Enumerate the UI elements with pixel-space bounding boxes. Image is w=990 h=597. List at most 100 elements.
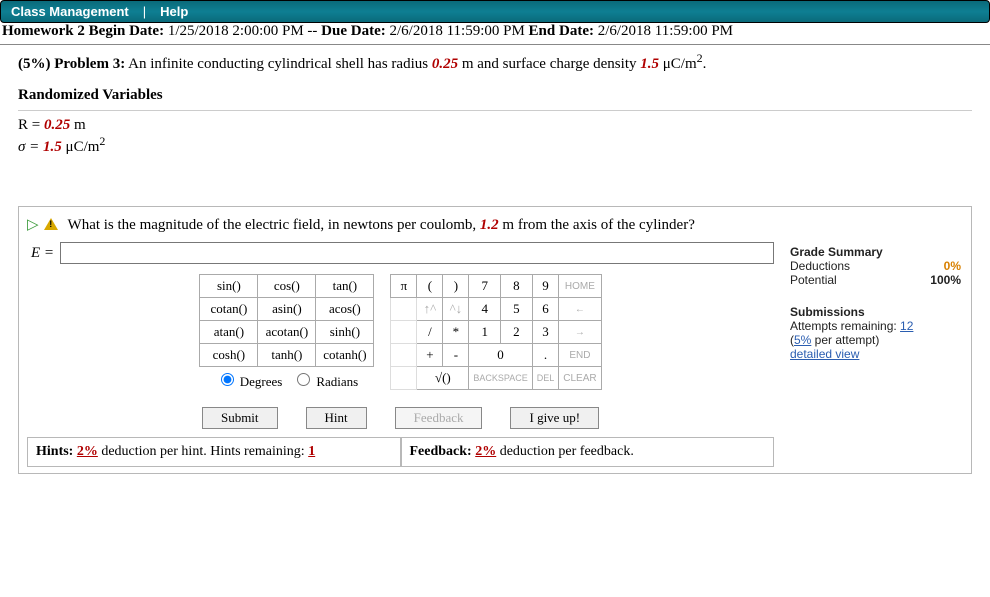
function-keypad: sin() cos() tan() cotan() asin() acos() … <box>199 274 374 393</box>
answer-row: E = <box>27 242 774 264</box>
var-sigma-lhs: σ = <box>18 139 43 155</box>
randomized-variables-header: Randomized Variables <box>18 87 972 104</box>
key-tan[interactable]: tan() <box>316 275 374 298</box>
key-clear[interactable]: CLEAR <box>559 367 601 390</box>
key-cos[interactable]: cos() <box>258 275 316 298</box>
problem-text-1: An infinite conducting cylindrical shell… <box>125 56 432 72</box>
var-r-row: R = 0.25 m <box>18 117 972 134</box>
key-pi[interactable]: π <box>391 275 417 298</box>
action-row: Submit Hint Feedback I give up! <box>27 407 774 429</box>
submissions-header: Submissions <box>790 305 961 319</box>
submit-button[interactable]: Submit <box>202 407 278 429</box>
key-4[interactable]: 4 <box>469 298 501 321</box>
potential-value: 100% <box>930 273 961 287</box>
key-plus[interactable]: + <box>417 344 443 367</box>
key-1[interactable]: 1 <box>469 321 501 344</box>
radio-degrees[interactable]: Degrees <box>216 374 283 389</box>
problem-sigma-value: 1.5 <box>640 56 659 72</box>
question-panel: ▷ What is the magnitude of the electric … <box>18 206 972 474</box>
hints-remaining[interactable]: 1 <box>308 444 315 459</box>
hints-cell: Hints: 2% deduction per hint. Hints rema… <box>27 437 401 467</box>
giveup-button[interactable]: I give up! <box>510 407 599 429</box>
key-asin[interactable]: asin() <box>258 298 316 321</box>
number-keypad: π ( ) 7 8 9 HOME ↑^ ^↓ 4 <box>390 274 601 390</box>
key-6[interactable]: 6 <box>532 298 559 321</box>
key-sqrt[interactable]: √() <box>417 367 469 390</box>
radio-radians[interactable]: Radians <box>292 374 358 389</box>
variables-box: R = 0.25 m σ = 1.5 μC/m2 <box>18 110 972 206</box>
problem-label: Problem 3: <box>54 56 125 72</box>
grade-summary-header: Grade Summary <box>790 245 961 259</box>
key-8[interactable]: 8 <box>501 275 533 298</box>
hints-pct[interactable]: 2% <box>77 444 98 459</box>
key-lparen[interactable]: ( <box>417 275 443 298</box>
key-rparen[interactable]: ) <box>443 275 469 298</box>
key-home[interactable]: HOME <box>559 275 601 298</box>
key-end[interactable]: END <box>559 344 601 367</box>
key-cotan[interactable]: cotan() <box>200 298 258 321</box>
homework-label: Homework 2 <box>2 23 85 39</box>
key-9[interactable]: 9 <box>532 275 559 298</box>
key-dot[interactable]: . <box>532 344 559 367</box>
key-right[interactable]: → <box>559 321 601 344</box>
info-side: Grade Summary Deductions 0% Potential 10… <box>788 213 963 467</box>
key-left[interactable]: ← <box>559 298 601 321</box>
end-date: 2/6/2018 11:59:00 PM <box>598 23 733 39</box>
attempts-value[interactable]: 12 <box>900 319 913 333</box>
key-7[interactable]: 7 <box>469 275 501 298</box>
feedback-cell: Feedback: 2% deduction per feedback. <box>401 437 775 467</box>
attempts-row: Attempts remaining: 12 <box>790 319 961 333</box>
key-atan[interactable]: atan() <box>200 321 258 344</box>
detailed-view-link[interactable]: detailed view <box>790 347 859 361</box>
deductions-label: Deductions <box>790 259 850 273</box>
fb-pct[interactable]: 2% <box>475 444 496 459</box>
warning-icon[interactable] <box>44 218 58 230</box>
due-date: 2/6/2018 11:59:00 PM <box>390 23 529 39</box>
question-distance: 1.2 <box>480 217 499 233</box>
angle-mode-row: Degrees Radians <box>200 367 374 394</box>
var-sigma-val: 1.5 <box>43 139 62 155</box>
blank-cell-1 <box>391 298 417 321</box>
key-acos[interactable]: acos() <box>316 298 374 321</box>
hints-mid: deduction per hint. Hints remaining: <box>98 444 308 459</box>
topbar-sep: | <box>143 4 146 19</box>
key-tanh[interactable]: tanh() <box>258 344 316 367</box>
key-del[interactable]: DEL <box>532 367 559 390</box>
link-help[interactable]: Help <box>160 4 188 19</box>
key-5[interactable]: 5 <box>501 298 533 321</box>
per-pct[interactable]: 5% <box>794 333 811 347</box>
feedback-button[interactable]: Feedback <box>395 407 483 429</box>
problem-r-value: 0.25 <box>432 56 458 72</box>
key-star[interactable]: * <box>443 321 469 344</box>
key-acotan[interactable]: acotan() <box>258 321 316 344</box>
key-up[interactable]: ↑^ <box>417 298 443 321</box>
keypad: sin() cos() tan() cotan() asin() acos() … <box>27 274 774 393</box>
key-down[interactable]: ^↓ <box>443 298 469 321</box>
problem-weight: (5%) <box>18 56 54 72</box>
fb-post: deduction per feedback. <box>496 444 634 459</box>
blank-cell-2 <box>391 321 417 344</box>
link-class-management[interactable]: Class Management <box>11 4 129 19</box>
key-backspace[interactable]: BACKSPACE <box>469 367 532 390</box>
deductions-value: 0% <box>944 259 961 273</box>
hint-button[interactable]: Hint <box>306 407 367 429</box>
key-minus[interactable]: - <box>443 344 469 367</box>
key-slash[interactable]: / <box>417 321 443 344</box>
key-3[interactable]: 3 <box>532 321 559 344</box>
key-cotanh[interactable]: cotanh() <box>316 344 374 367</box>
key-2[interactable]: 2 <box>501 321 533 344</box>
begin-date: 1/25/2018 2:00:00 PM <box>168 23 304 39</box>
answer-input[interactable] <box>60 242 774 264</box>
key-sin[interactable]: sin() <box>200 275 258 298</box>
due-date-label: Due Date: <box>321 23 389 39</box>
dash: -- <box>304 23 322 39</box>
key-0[interactable]: 0 <box>469 344 532 367</box>
key-sinh[interactable]: sinh() <box>316 321 374 344</box>
date-bar: Homework 2 Begin Date: 1/25/2018 2:00:00… <box>0 23 990 45</box>
answer-label: E = <box>27 245 54 262</box>
attempts-pre: Attempts remaining: <box>790 319 900 333</box>
radians-label: Radians <box>316 374 358 389</box>
begin-date-label: Begin Date: <box>85 23 168 39</box>
key-cosh[interactable]: cosh() <box>200 344 258 367</box>
play-icon[interactable]: ▷ <box>27 215 39 234</box>
